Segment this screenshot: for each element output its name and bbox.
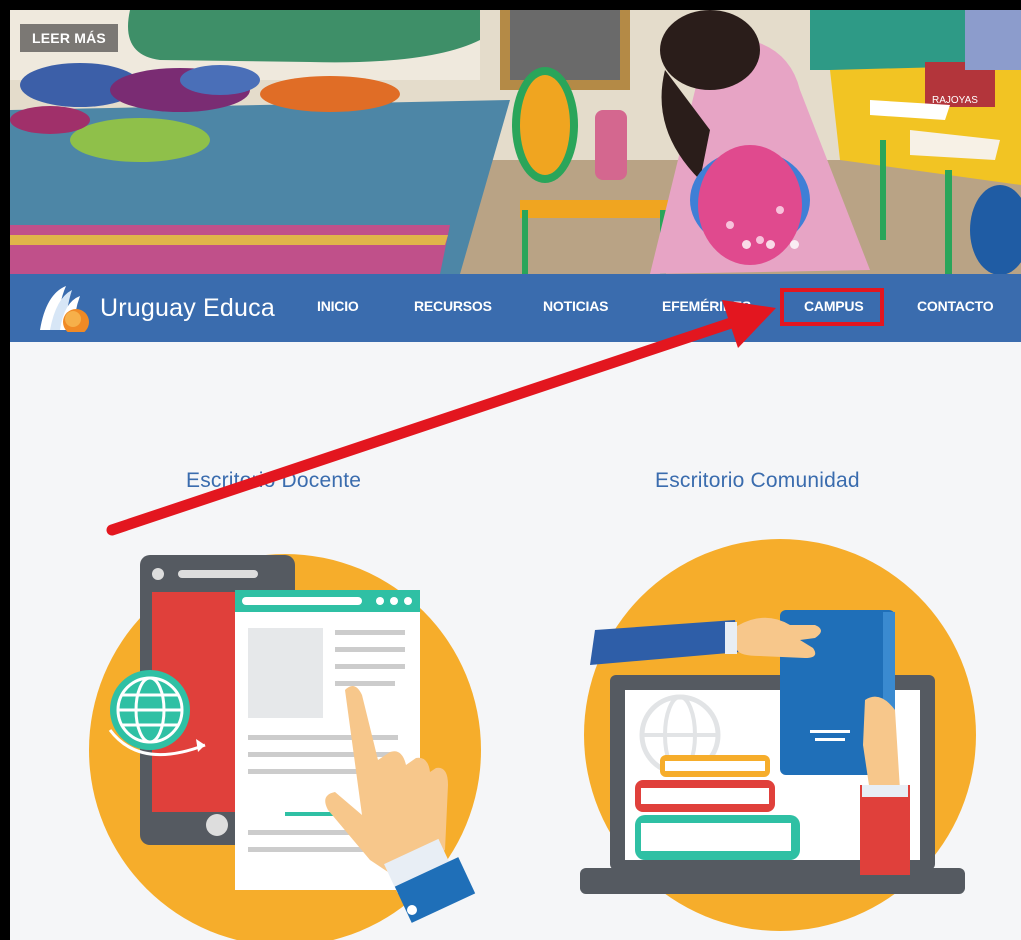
hero-banner[interactable]: RAJOYAS LEER MÁS (10, 10, 1021, 274)
nav-item-efemerides[interactable]: EFEMÉRIDES (662, 298, 751, 314)
uruguay-educa-logo-icon (40, 286, 89, 332)
page: RAJOYAS LEER MÁS Uruguay Educa INICIO RE… (10, 10, 1021, 940)
carousel-dot-3[interactable] (790, 240, 799, 249)
nav-item-recursos[interactable]: RECURSOS (414, 298, 492, 314)
nav-item-inicio[interactable]: INICIO (317, 298, 359, 314)
card-title-docente[interactable]: Escritorio Docente (186, 469, 361, 493)
hero-photo: RAJOYAS (10, 10, 1021, 274)
nav-item-noticias[interactable]: NOTICIAS (543, 298, 608, 314)
campus-highlight-box (780, 288, 884, 326)
brand-name: Uruguay Educa (100, 293, 275, 322)
brand-link[interactable]: Uruguay Educa (36, 284, 275, 332)
community-desk-illustration-icon[interactable] (565, 530, 995, 940)
read-more-button[interactable]: LEER MÁS (20, 24, 118, 52)
card-title-comunidad[interactable]: Escritorio Comunidad (655, 469, 860, 493)
navbar: Uruguay Educa INICIO RECURSOS NOTICIAS E… (10, 274, 1021, 342)
nav-item-contacto[interactable]: CONTACTO (917, 298, 994, 314)
carousel-dot-1[interactable] (742, 240, 751, 249)
teacher-desk-illustration-icon[interactable] (70, 530, 490, 940)
carousel-dot-2[interactable] (766, 240, 775, 249)
